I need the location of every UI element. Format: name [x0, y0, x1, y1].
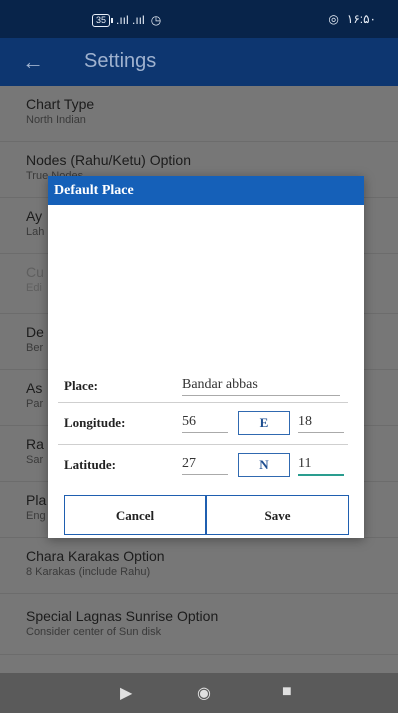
- settings-item-subtitle: Par: [26, 398, 44, 410]
- longitude-degrees-input[interactable]: 56: [182, 412, 228, 433]
- settings-item-title: Chara Karakas Option: [26, 548, 165, 564]
- dialog-title: Default Place: [48, 176, 364, 205]
- latitude-degrees-input[interactable]: 27: [182, 454, 228, 475]
- settings-item-title: Ra: [26, 436, 44, 452]
- settings-item-title: Pla: [26, 492, 47, 508]
- back-arrow-icon[interactable]: ←: [22, 49, 44, 75]
- settings-item-title: Nodes (Rahu/Ketu) Option: [26, 152, 191, 168]
- settings-item-title: As: [26, 380, 43, 396]
- signal-icon: .ııl .ııl: [116, 13, 145, 27]
- page-title: Settings: [84, 50, 157, 72]
- settings-item-chart-type[interactable]: Chart Type North Indian: [0, 86, 398, 142]
- settings-item-chara-karakas[interactable]: Chara Karakas Option 8 Karakas (include …: [0, 538, 398, 594]
- app-bar: ← Settings: [0, 38, 398, 86]
- status-bar: 35 .ııl .ııl ◷ ◎ ۱۶:۵۰: [0, 0, 398, 38]
- settings-item-subtitle: North Indian: [26, 114, 86, 126]
- settings-item-title: Chart Type: [26, 96, 95, 112]
- place-label: Place:: [64, 378, 98, 393]
- cancel-button[interactable]: Cancel: [64, 495, 206, 535]
- status-icons-right: ◎ ۱۶:۵۰: [328, 12, 376, 26]
- settings-item-title: De: [26, 324, 44, 340]
- alarm-icon: ◷: [150, 13, 162, 27]
- settings-item-title: Cu: [26, 264, 44, 280]
- settings-item-subtitle: Eng: [26, 510, 46, 522]
- settings-item-subtitle: Edi: [26, 282, 42, 294]
- longitude-minutes-input[interactable]: 18: [298, 412, 344, 433]
- recents-nav-icon[interactable]: ■: [282, 683, 292, 701]
- system-nav-bar: ▶ ◉ ■: [0, 673, 398, 713]
- latitude-direction-button[interactable]: N: [238, 453, 290, 477]
- place-input[interactable]: Bandar abbas: [182, 375, 340, 396]
- back-nav-icon[interactable]: ▶: [120, 683, 132, 703]
- settings-item-subtitle: 8 Karakas (include Rahu): [26, 566, 151, 578]
- divider: [58, 444, 348, 445]
- longitude-direction-button[interactable]: E: [238, 411, 290, 435]
- longitude-row: Longitude: 56 E 18: [58, 406, 346, 444]
- status-icons-left: 35 .ııl .ııl ◷: [92, 13, 161, 27]
- latitude-label: Latitude:: [64, 457, 116, 472]
- settings-item-title: Special Lagnas Sunrise Option: [26, 608, 219, 624]
- settings-item-subtitle: Sar: [26, 454, 44, 466]
- settings-item-special-lagnas[interactable]: Special Lagnas Sunrise Option Consider c…: [0, 594, 398, 655]
- default-place-dialog: Default Place Place: Bandar abbas Longit…: [48, 176, 364, 538]
- clock-time: ۱۶:۵۰: [346, 12, 376, 26]
- instagram-icon: ◎: [328, 12, 339, 26]
- latitude-minutes-input[interactable]: 11: [298, 454, 344, 476]
- latitude-row: Latitude: 27 N 11: [58, 448, 346, 486]
- home-nav-icon[interactable]: ◉: [197, 683, 211, 703]
- settings-item-subtitle: Lah: [26, 226, 45, 238]
- save-button[interactable]: Save: [206, 495, 349, 535]
- battery-icon: 35: [92, 13, 114, 27]
- divider: [58, 402, 348, 403]
- settings-item-subtitle: Ber: [26, 342, 44, 354]
- longitude-label: Longitude:: [64, 415, 126, 430]
- settings-item-title: Ay: [26, 208, 43, 224]
- settings-item-subtitle: Consider center of Sun disk: [26, 626, 162, 638]
